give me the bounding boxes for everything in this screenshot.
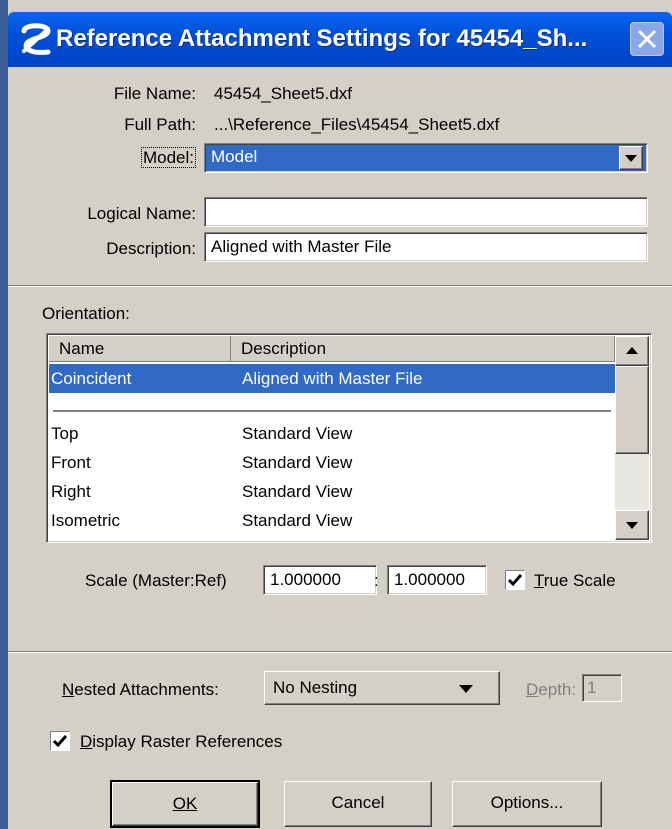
scale-master-value: 1.000000	[270, 570, 341, 589]
microstation-logo-icon	[21, 23, 51, 55]
orientation-row-isometric[interactable]: Isometric Standard View	[49, 506, 615, 535]
section-divider	[8, 651, 672, 653]
orientation-row-front[interactable]: Front Standard View	[49, 448, 615, 477]
true-scale-checkbox[interactable]	[505, 570, 525, 590]
logical-name-label: Logical Name:	[87, 204, 196, 223]
depth-input[interactable]: 1	[582, 674, 622, 702]
column-header-description[interactable]: Description	[231, 336, 615, 362]
scale-label: Scale (Master:Ref)	[85, 571, 227, 590]
cancel-button[interactable]: Cancel	[284, 781, 432, 827]
model-dropdown-value: Model	[211, 147, 258, 166]
chevron-down-icon	[626, 522, 638, 529]
file-name-label: File Name:	[113, 84, 196, 103]
list-separator	[53, 410, 611, 412]
scroll-up-button[interactable]	[615, 336, 649, 366]
close-icon	[637, 29, 657, 49]
scale-master-input[interactable]: 1.000000	[263, 565, 377, 595]
full-path-label: Full Path:	[124, 115, 196, 134]
orientation-row-top[interactable]: Top Standard View	[49, 419, 615, 448]
logical-name-input[interactable]	[204, 197, 648, 227]
model-dropdown[interactable]: Model	[204, 143, 648, 173]
full-path-value: ...\Reference_Files\45454_Sheet5.dxf	[214, 115, 500, 134]
true-scale-label: True Scale	[534, 571, 616, 590]
depth-label: Depth:	[526, 680, 577, 699]
orientation-row-coincident[interactable]: Coincident Aligned with Master File	[49, 364, 615, 393]
dialog-body: File Name: 45454_Sheet5.dxf Full Path: .…	[8, 67, 672, 829]
description-input[interactable]: Aligned with Master File	[204, 232, 648, 262]
orientation-label: Orientation:	[42, 304, 130, 323]
options-button[interactable]: Options...	[452, 781, 602, 827]
vertical-scrollbar[interactable]	[615, 336, 649, 540]
description-label: Description:	[106, 239, 196, 258]
scale-ref-input[interactable]: 1.000000	[387, 565, 487, 595]
chevron-down-icon	[625, 155, 637, 162]
close-button[interactable]	[630, 22, 664, 56]
ok-button-frame: OK	[110, 780, 260, 828]
nesting-dropdown-value: No Nesting	[273, 678, 358, 697]
ok-button[interactable]: OK	[112, 782, 258, 826]
checkmark-icon	[508, 574, 522, 587]
scroll-down-button[interactable]	[615, 510, 649, 540]
window-left-edge	[0, 0, 8, 829]
chevron-up-icon	[626, 347, 638, 354]
depth-value: 1	[587, 678, 597, 697]
chevron-down-icon	[459, 685, 473, 693]
scale-ref-value: 1.000000	[394, 570, 465, 589]
section-divider	[8, 285, 672, 287]
description-value: Aligned with Master File	[211, 237, 392, 256]
orientation-list[interactable]: Name Description Coincident Aligned with…	[46, 333, 652, 543]
window-title: Reference Attachment Settings for 45454_…	[56, 25, 588, 52]
model-label: Model:	[140, 147, 196, 168]
orientation-row-right[interactable]: Right Standard View	[49, 477, 615, 506]
column-header-name[interactable]: Name	[49, 336, 231, 362]
display-raster-label: Display Raster References	[80, 732, 283, 751]
display-raster-checkbox[interactable]	[50, 731, 70, 751]
nested-attachments-label: Nested Attachments:	[62, 680, 219, 699]
scale-separator: :	[374, 571, 379, 590]
checkmark-icon	[53, 735, 67, 748]
nesting-dropdown[interactable]: No Nesting	[264, 671, 500, 705]
model-dropdown-button[interactable]	[619, 146, 643, 170]
file-name-value: 45454_Sheet5.dxf	[214, 84, 353, 103]
title-bar[interactable]: Reference Attachment Settings for 45454_…	[8, 12, 672, 67]
scroll-thumb[interactable]	[615, 366, 649, 454]
reference-attachment-dialog: Reference Attachment Settings for 45454_…	[0, 0, 672, 829]
